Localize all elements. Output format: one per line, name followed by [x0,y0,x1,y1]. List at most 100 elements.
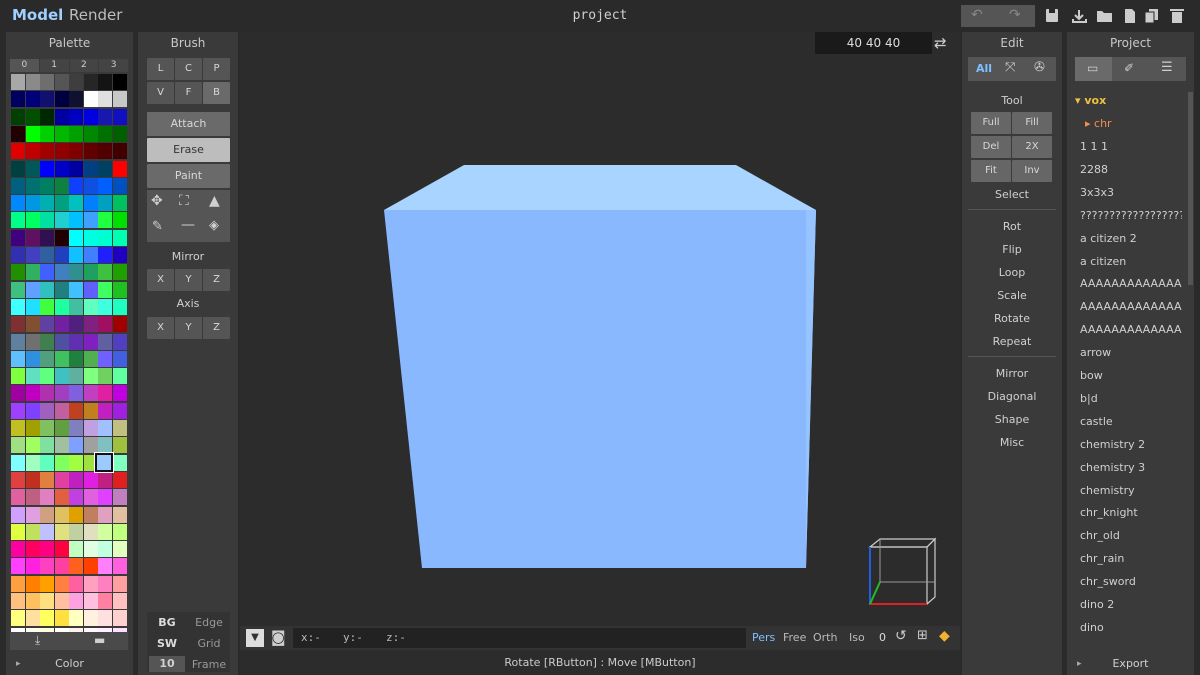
palette-swatch[interactable] [83,91,98,108]
palette-swatch[interactable] [83,160,98,177]
import-icon[interactable] [1072,10,1087,23]
palette-swatch[interactable] [69,402,83,419]
palette-swatch[interactable] [112,558,127,575]
list-tab-icon[interactable]: ☰ [1161,60,1173,75]
expand-icon[interactable]: ⤧ [1005,60,1015,75]
eyedropper-icon[interactable]: ✎ [152,219,163,234]
palette-swatch[interactable] [40,298,54,315]
palette-swatch[interactable] [83,437,98,454]
palette-swatch[interactable] [83,143,98,160]
brush-mode-box[interactable]: B [203,82,230,104]
palette-swatch[interactable] [11,333,25,350]
palette-swatch[interactable] [40,471,54,488]
palette-swatch[interactable] [54,368,69,385]
palette-swatch[interactable] [25,91,40,108]
download-icon[interactable]: ⤓ [35,633,40,648]
palette-swatch[interactable] [11,247,25,263]
palette-swatch[interactable] [112,298,127,315]
project-file-item[interactable]: 3x3x3 [1080,186,1182,199]
palette-swatch[interactable] [25,195,40,212]
palette-page-2[interactable]: 2 [69,59,99,72]
palette-swatch[interactable] [40,212,54,229]
palette-swatch[interactable] [11,575,25,592]
project-file-item[interactable]: dino 2 [1080,598,1182,611]
palette-swatch[interactable] [25,420,40,436]
dropdown-icon[interactable]: ▼ [246,629,264,647]
sw-toggle[interactable]: SW [148,637,186,650]
palette-swatch[interactable] [112,333,127,350]
palette-swatch[interactable] [40,437,54,454]
palette-swatch[interactable] [40,489,54,506]
undo-icon[interactable]: ↶ [971,7,983,23]
project-file-item[interactable]: bow [1080,369,1182,382]
palette-swatch[interactable] [69,368,83,385]
palette-swatch[interactable] [112,368,127,385]
edit-rot[interactable]: Rot [962,220,1062,233]
palette-swatch[interactable] [25,74,40,90]
palette-swatch[interactable] [25,229,40,246]
edit-mirror[interactable]: Mirror [962,367,1062,380]
open-folder-icon[interactable] [1097,11,1112,22]
palette-swatch[interactable] [112,264,127,281]
palette-swatch[interactable] [25,143,40,160]
palette-swatch[interactable] [54,541,69,558]
palette-swatch[interactable] [40,160,54,177]
palette-swatch[interactable] [98,143,112,160]
edit-shape[interactable]: Shape [962,413,1062,426]
palette-swatch[interactable] [69,74,83,90]
palette-swatch[interactable] [40,523,54,540]
erase-button[interactable]: Erase [147,138,230,162]
tool-full[interactable]: Full [971,112,1011,134]
palette-swatch[interactable] [11,402,25,419]
palette-swatch[interactable] [83,212,98,229]
redo-icon[interactable]: ↷ [1009,7,1021,23]
edit-repeat[interactable]: Repeat [962,335,1062,348]
palette-swatch[interactable] [98,281,112,298]
palette-swatch[interactable] [112,91,127,108]
palette-swatch[interactable] [112,402,127,419]
palette-swatch[interactable] [83,350,98,367]
tool-fill[interactable]: Fill [1012,112,1052,134]
palette-swatch[interactable] [40,420,54,436]
palette-swatch[interactable] [83,523,98,540]
palette-swatch[interactable] [54,125,69,142]
brush-mode-line[interactable]: L [147,58,174,80]
palette-swatch[interactable] [112,575,127,592]
selected-swatch[interactable] [94,452,114,473]
palette-swatch[interactable] [25,264,40,281]
project-file-item[interactable]: chemistry 2 [1080,438,1182,451]
palette-swatch[interactable] [54,575,69,592]
palette-swatch[interactable] [54,471,69,488]
brush-tab-icon[interactable]: ✐ [1124,61,1134,75]
palette-swatch[interactable] [98,523,112,540]
palette-swatch[interactable] [112,108,127,125]
view-iso[interactable]: Iso [849,631,865,644]
palette-swatch[interactable] [11,489,25,506]
project-file-item[interactable]: dino [1080,621,1182,634]
attach-button[interactable]: Attach [147,112,230,136]
palette-swatch[interactable] [69,247,83,263]
palette-swatch[interactable] [83,316,98,333]
mirror-z-button[interactable]: Z [203,269,230,291]
viewport[interactable]: 40 40 40 ⇄ ▼ ◙ x:- y:- z:- Pers Free Ort… [240,32,960,675]
palette-swatch[interactable] [40,454,54,471]
palette-swatch[interactable] [40,593,54,609]
brush-mode-face[interactable]: F [175,82,202,104]
project-file-item[interactable]: AAAAAAAAAAAAAA2 [1080,300,1182,313]
tool-del[interactable]: Del [971,136,1011,158]
brush-mode-circle[interactable]: C [175,58,202,80]
palette-swatch[interactable] [83,385,98,402]
palette-swatch[interactable] [11,558,25,575]
palette-swatch[interactable] [25,316,40,333]
project-file-item[interactable]: arrow [1080,346,1182,359]
palette-swatch[interactable] [69,125,83,142]
palette-swatch[interactable] [69,91,83,108]
palette-swatch[interactable] [11,212,25,229]
palette-page-0[interactable]: 0 [10,59,39,72]
tool-inv[interactable]: Inv [1012,160,1052,182]
palette-swatch[interactable] [69,333,83,350]
palette-swatch[interactable] [11,437,25,454]
project-file-item[interactable]: chemistry [1080,484,1182,497]
palette-swatch[interactable] [69,558,83,575]
palette-swatch[interactable] [98,91,112,108]
